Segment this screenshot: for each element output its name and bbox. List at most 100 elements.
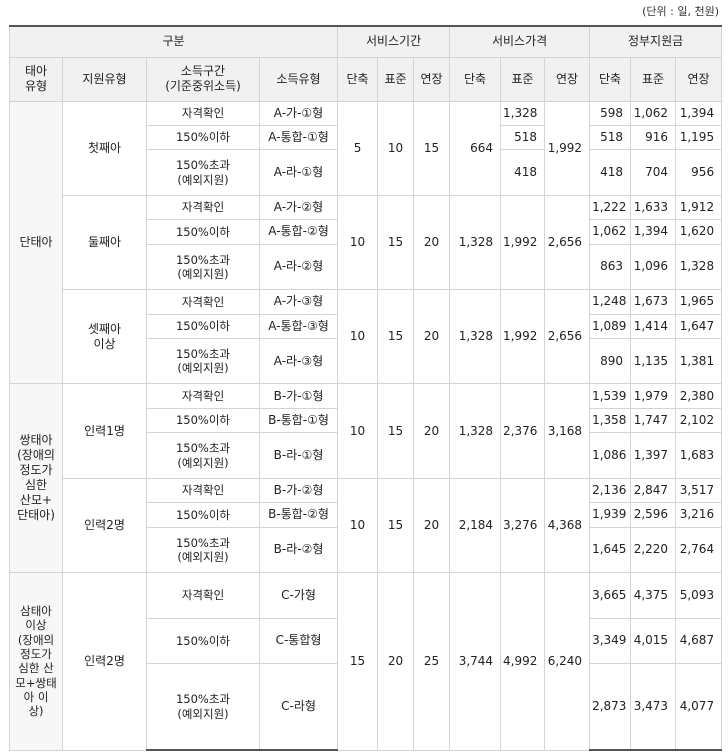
header-period-standard: 표준 [377,56,415,102]
income-type-cell: A-라-③형 [258,338,339,385]
gov-short-cell: 1,086 [589,432,632,479]
gov-standard-cell: 1,394 [630,219,677,245]
table-row: 쌍태아 (장애의 정도가 심한 산모+ 단태아) 인력1명 자격확인 B-가-①… [9,383,723,574]
table-row: 인력2명 자격확인 B-가-②형 10 15 20 2,184 3,276 4,… [10,477,723,574]
price-short-cell: 664 [449,100,502,196]
header-period-extended: 연장 [413,56,451,102]
period-standard-cell: 15 [377,477,415,574]
income-range-cell: 150%초과 (예외지원) [146,338,260,385]
gov-extended-cell: 3,216 [675,502,723,528]
fetus-type-cell: 단태아 [9,100,63,385]
income-type-cell: A-가-①형 [258,100,339,126]
income-range-cell: 자격확인 [146,100,260,126]
income-type-cell: A-통합-③형 [258,313,339,340]
gov-standard-cell: 2,596 [630,502,677,528]
period-standard-cell: 15 [377,194,415,291]
income-range-cell: 150%이하 [146,617,260,665]
income-type-cell: B-통합-①형 [258,407,339,434]
price-standard-cell: 3,276 [500,477,546,574]
gov-short-cell: 418 [589,149,632,196]
price-extended-cell: 3,168 [544,383,591,479]
support-type-cell: 인력1명 [62,383,147,479]
income-type-cell: A-라-②형 [258,243,339,291]
period-short-cell: 10 [337,477,379,574]
gov-extended-cell: 1,195 [675,124,723,151]
header-gov-short: 단축 [589,56,632,102]
gov-standard-cell: 916 [630,124,677,151]
gov-extended-cell: 2,380 [675,383,723,409]
period-extended-cell: 25 [413,572,451,751]
gov-short-cell: 3,665 [589,572,632,619]
period-short-cell: 15 [337,572,379,751]
fetus-type-cell: 쌍태아 (장애의 정도가 심한 산모+ 단태아) [9,383,63,574]
period-extended-cell: 20 [413,477,451,574]
income-range-cell: 자격확인 [146,572,260,619]
income-range-cell: 자격확인 [146,194,260,221]
income-type-cell: C-통합형 [258,617,339,665]
gov-extended-cell: 1,381 [675,338,723,385]
price-standard-cell: 1,328 [500,100,546,126]
support-type-cell: 셋째아 이상 [62,289,147,385]
gov-short-cell: 518 [589,124,632,151]
period-standard-cell: 15 [377,383,415,479]
period-extended-cell: 20 [413,194,451,291]
gov-short-cell: 1,358 [589,407,632,434]
gov-short-cell: 1,939 [589,502,632,528]
price-extended-cell: 4,368 [544,477,591,574]
gov-standard-cell: 4,375 [630,572,677,619]
income-range-cell: 150%초과 (예외지원) [146,432,260,479]
gov-short-cell: 1,539 [589,383,632,409]
income-range-cell: 자격확인 [146,383,260,409]
header-period-short: 단축 [337,56,379,102]
gov-standard-cell: 1,633 [630,194,677,221]
gov-standard-cell: 4,015 [630,617,677,665]
gov-short-cell: 863 [589,243,632,291]
gov-extended-cell: 956 [675,149,723,196]
price-extended-cell: 2,656 [544,194,591,291]
price-extended-cell: 2,656 [544,289,591,385]
income-type-cell: A-통합-②형 [258,219,339,245]
income-type-cell: A-라-①형 [258,149,339,196]
period-extended-cell: 20 [413,289,451,385]
unit-note: (단위 : 일, 천원) [642,5,719,18]
income-range-cell: 150%초과 (예외지원) [146,243,260,291]
income-range-cell: 자격확인 [146,289,260,315]
price-short-cell: 1,328 [449,383,502,479]
header-service-price: 서비스가격 [449,25,591,58]
gov-extended-cell: 4,077 [675,663,723,752]
header-service-period: 서비스기간 [337,25,451,58]
header-income-type: 소득유형 [258,56,339,102]
gov-extended-cell: 3,517 [675,477,723,504]
gov-standard-cell: 1,414 [630,313,677,340]
header-fetus-type: 태아 유형 [9,56,63,102]
price-standard-cell: 418 [500,149,546,196]
table-row: 셋째아 이상 자격확인 A-가-③형 10 15 20 1,328 1,992 … [10,289,723,385]
gov-short-cell: 598 [589,100,632,126]
header-gov-support: 정부지원금 [589,25,723,58]
income-type-cell: B-통합-②형 [258,502,339,528]
header-support-type: 지원유형 [62,56,147,102]
gov-standard-cell: 1,135 [630,338,677,385]
support-type-cell: 첫째아 [62,100,147,196]
income-type-cell: B-라-①형 [258,432,339,479]
table-row: 단태아 첫째아 자격확인 A-가-①형 5 10 15 664 1,328 1,… [9,100,723,385]
header-group: 구분 [8,25,339,58]
price-short-cell: 3,744 [449,572,502,751]
gov-extended-cell: 1,328 [675,243,723,291]
gov-standard-cell: 2,220 [630,526,677,574]
gov-standard-cell: 1,747 [630,407,677,434]
price-short-cell: 1,328 [449,289,502,385]
period-standard-cell: 10 [377,100,415,196]
income-type-cell: C-가형 [258,572,339,619]
price-standard-cell: 1,992 [500,194,546,291]
period-short-cell: 10 [337,383,379,479]
income-range-cell: 150%이하 [146,124,260,151]
price-short-cell: 1,328 [449,194,502,291]
price-standard-cell: 4,992 [500,572,546,751]
income-range-cell: 150%초과 (예외지원) [146,149,260,196]
income-type-cell: A-통합-①형 [258,124,339,151]
period-standard-cell: 20 [377,572,415,751]
price-extended-cell: 1,992 [544,100,591,196]
gov-extended-cell: 2,764 [675,526,723,574]
price-standard-cell: 2,376 [500,383,546,479]
